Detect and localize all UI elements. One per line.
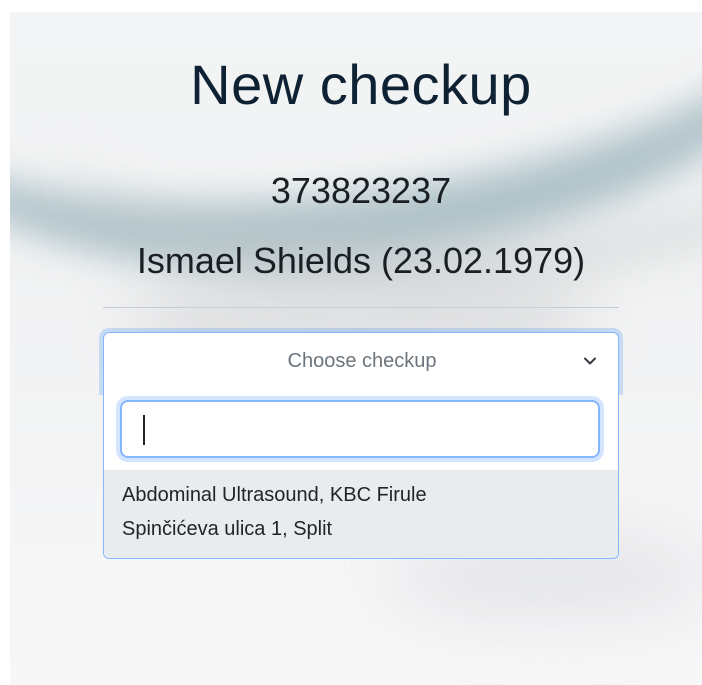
checkup-select-placeholder: Choose checkup [287,350,437,372]
checkup-option[interactable]: Abdominal Ultrasound, KBC Firule Spinčić… [104,470,618,558]
checkup-dropdown: Abdominal Ultrasound, KBC Firule Spinčić… [103,390,619,559]
patient-name-dob: Ismael Shields (23.02.1979) [136,240,586,281]
chevron-down-icon[interactable] [582,353,598,369]
checkup-select: Choose checkup Abdominal Ultrasound, KBC… [103,332,619,559]
checkup-option-address: Spinčićeva ulica 1, Split [122,518,333,540]
text-caret [143,415,145,445]
checkup-select-toggle[interactable]: Choose checkup [103,332,619,391]
checkup-search-input[interactable] [120,400,600,458]
page: New checkup 373823237 Ismael Shields (23… [0,0,702,685]
patient-id: 373823237 [270,170,452,211]
page-title: New checkup [190,53,532,116]
divider [103,307,619,308]
checkup-option-title: Abdominal Ultrasound, KBC Firule [122,484,427,506]
